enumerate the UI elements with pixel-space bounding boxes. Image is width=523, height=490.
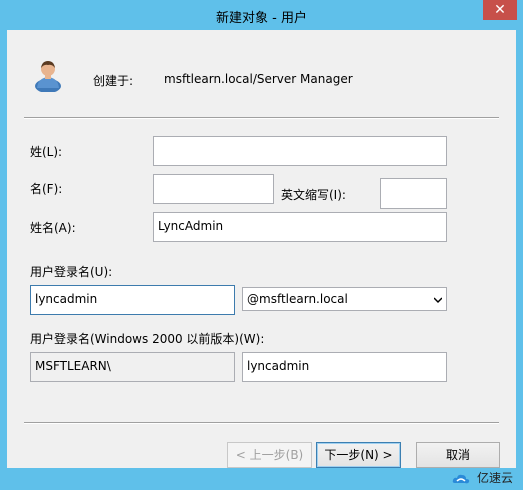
- cloud-logo-icon: [452, 474, 470, 483]
- created-in-value: msftlearn.local/Server Manager: [164, 72, 353, 86]
- cancel-button[interactable]: 取消: [416, 442, 500, 468]
- full-name-label: 姓名(A):: [30, 221, 76, 235]
- dialog-window: 新建对象 - 用户 ✕ 创建于: msftlearn.local/Server …: [0, 0, 523, 490]
- watermark: 亿速云: [452, 469, 513, 486]
- dialog-client-area: 创建于: msftlearn.local/Server Manager 姓(L)…: [7, 30, 516, 468]
- last-name-field[interactable]: [153, 136, 447, 166]
- full-name-field[interactable]: LyncAdmin: [153, 212, 447, 242]
- legacy-logon-label: 用户登录名(Windows 2000 以前版本)(W):: [30, 332, 265, 346]
- user-icon: [35, 61, 61, 92]
- first-name-field[interactable]: [153, 174, 274, 204]
- legacy-domain-field: MSFTLEARN\: [30, 352, 235, 382]
- domain-select[interactable]: @msftlearn.local: [242, 287, 447, 311]
- chevron-down-icon: [434, 297, 442, 304]
- created-in-label: 创建于:: [93, 74, 134, 88]
- close-button[interactable]: ✕: [483, 0, 517, 20]
- last-name-label: 姓(L):: [30, 145, 63, 159]
- watermark-text: 亿速云: [476, 471, 513, 485]
- back-button[interactable]: < 上一步(B): [227, 442, 312, 468]
- next-button[interactable]: 下一步(N) >: [316, 442, 401, 468]
- domain-select-value: @msftlearn.local: [247, 292, 348, 306]
- footer-separator: [24, 422, 499, 424]
- logon-name-field[interactable]: lyncadmin: [30, 285, 235, 315]
- initials-field[interactable]: [380, 178, 447, 209]
- initials-label: 英文缩写(I):: [281, 188, 346, 202]
- first-name-label: 名(F):: [30, 182, 63, 196]
- window-title: 新建对象 - 用户: [216, 11, 307, 26]
- title-bar[interactable]: 新建对象 - 用户 ✕: [0, 0, 523, 30]
- header-separator: [24, 117, 499, 119]
- logon-name-label: 用户登录名(U):: [30, 265, 113, 279]
- close-icon: ✕: [494, 2, 506, 18]
- legacy-logon-field[interactable]: lyncadmin: [242, 352, 447, 382]
